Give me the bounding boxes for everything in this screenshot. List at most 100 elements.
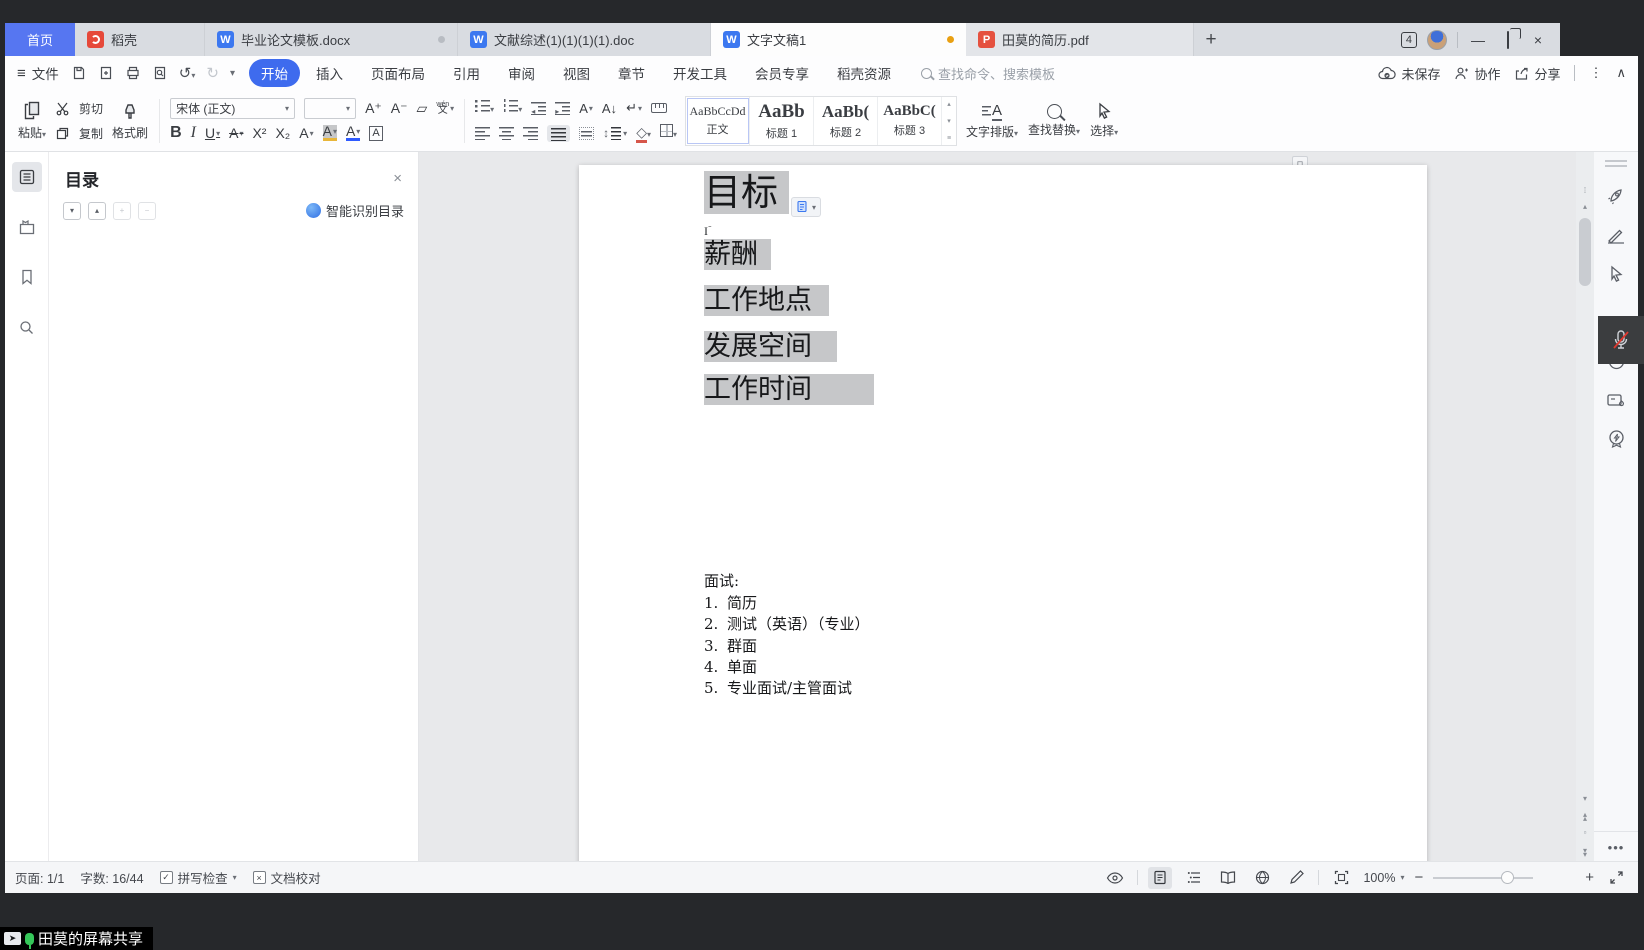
- quick-tools-button[interactable]: [1601, 181, 1631, 211]
- style-heading2[interactable]: AaBb( 标题 2: [814, 97, 878, 145]
- increase-indent-button[interactable]: [555, 102, 570, 115]
- restore-button[interactable]: [1498, 32, 1518, 48]
- underline-button[interactable]: U▾: [205, 125, 220, 141]
- share-button[interactable]: 分享: [1514, 64, 1560, 83]
- eye-protect-button[interactable]: [1103, 867, 1127, 889]
- paste-options-chip[interactable]: ▾: [791, 197, 821, 217]
- list-item[interactable]: 2.测试（英语）（专业）: [704, 614, 870, 635]
- zoom-level-select[interactable]: 100% ▾: [1363, 871, 1404, 885]
- print-preview-icon[interactable]: [152, 65, 168, 81]
- zoom-out-button[interactable]: −: [1414, 869, 1423, 886]
- clear-format-icon[interactable]: ▱: [417, 100, 428, 117]
- paragraph-line[interactable]: 面试:: [704, 571, 739, 592]
- copy-button[interactable]: 复制: [55, 122, 103, 144]
- save-icon[interactable]: [71, 65, 87, 81]
- ribbon-tab-view[interactable]: 视图: [551, 59, 602, 87]
- new-tab-button[interactable]: +: [1194, 23, 1228, 56]
- tab-doc-active[interactable]: W 文字文稿1: [711, 23, 966, 56]
- close-button[interactable]: ×: [1528, 32, 1548, 48]
- format-painter-button[interactable]: 格式刷: [107, 90, 153, 151]
- strikethrough-button[interactable]: A▾: [229, 125, 243, 141]
- fullscreen-button[interactable]: [1604, 867, 1628, 889]
- heading-line[interactable]: 目标: [704, 167, 789, 219]
- heading-line[interactable]: 工作时间: [704, 371, 874, 409]
- increase-font-button[interactable]: A⁺: [365, 100, 382, 117]
- spell-check-toggle[interactable]: ✓ 拼写检查 ▾: [160, 868, 237, 887]
- list-item[interactable]: 3.群面: [704, 636, 757, 657]
- scrollbar-thumb[interactable]: [1579, 218, 1591, 286]
- scroll-down-arrow[interactable]: ▾: [1576, 794, 1594, 803]
- ribbon-tab-page-layout[interactable]: 页面布局: [359, 59, 437, 87]
- muted-mic-overlay[interactable]: [1598, 316, 1644, 364]
- pointer-button[interactable]: [1601, 259, 1631, 289]
- toc-expand-all-button[interactable]: ▾: [63, 202, 81, 220]
- borders-button[interactable]: ▾: [660, 124, 677, 142]
- zoom-in-button[interactable]: +: [1585, 869, 1594, 886]
- save-status-button[interactable]: 未保存: [1378, 64, 1440, 83]
- page-indicator[interactable]: 页面: 1/1: [15, 868, 64, 887]
- align-center-button[interactable]: [499, 127, 514, 140]
- file-menu-button[interactable]: ≡ 文件: [17, 63, 59, 83]
- pinyin-guide-button[interactable]: wén文▾: [436, 102, 454, 114]
- upgrade-badge-button[interactable]: [1601, 424, 1631, 454]
- heading-line[interactable]: 工作地点: [704, 282, 829, 320]
- highlight-color-button[interactable]: A▾: [323, 125, 337, 141]
- decrease-font-button[interactable]: A⁻: [391, 100, 408, 117]
- cut-button[interactable]: 剪切: [55, 97, 103, 119]
- ribbon-tab-dev-tools[interactable]: 开发工具: [661, 59, 739, 87]
- character-border-button[interactable]: A: [369, 126, 382, 141]
- document-canvas[interactable]: ⊓ ▾ 目标 I⁼ 薪酬 工作地点 发展空间 工作时间 面试: 1.简历 2.测…: [419, 152, 1576, 861]
- redo-button[interactable]: ↻: [206, 64, 219, 82]
- ruler-icon[interactable]: [651, 103, 667, 113]
- show-marks-button[interactable]: ↵▾: [626, 100, 642, 116]
- font-name-select[interactable]: 宋体 (正文)▾: [170, 98, 295, 119]
- text-direction-button[interactable]: A▾: [579, 101, 593, 116]
- minimize-button[interactable]: —: [1468, 32, 1488, 48]
- toc-collapse-all-button[interactable]: ▴: [88, 202, 106, 220]
- find-replace-button[interactable]: 查找替换▾: [1023, 90, 1085, 151]
- line-spacing-button[interactable]: ↕▾: [603, 126, 627, 140]
- document-page[interactable]: ▾ 目标 I⁼ 薪酬 工作地点 发展空间 工作时间 面试: 1.简历 2.测试（…: [579, 165, 1427, 861]
- select-browse-object-button[interactable]: ▫: [1576, 828, 1594, 837]
- sidebar-drag-handle[interactable]: [1605, 160, 1627, 167]
- sort-button[interactable]: A↓: [602, 101, 617, 116]
- ribbon-tab-insert[interactable]: 插入: [304, 59, 355, 87]
- style-gallery-scroll[interactable]: ▴▾≡: [942, 97, 956, 145]
- bookmark-button[interactable]: [12, 262, 42, 292]
- ribbon-tab-references[interactable]: 引用: [441, 59, 492, 87]
- zoom-slider-thumb[interactable]: [1501, 871, 1514, 884]
- subscript-button[interactable]: X₂: [275, 125, 290, 141]
- toc-panel-button[interactable]: [12, 162, 42, 192]
- command-search[interactable]: 查找命令、搜索模板: [921, 64, 1055, 83]
- tab-doc-review[interactable]: W 文献综述(1)(1)(1)(1).doc: [458, 23, 711, 56]
- web-view-button[interactable]: [1250, 867, 1274, 889]
- toc-close-icon[interactable]: ×: [393, 170, 402, 187]
- select-tool-button[interactable]: 选择▾: [1085, 90, 1123, 151]
- next-page-button[interactable]: ▾▾: [1576, 849, 1594, 857]
- avatar[interactable]: [1427, 30, 1447, 50]
- ribbon-tab-review[interactable]: 审阅: [496, 59, 547, 87]
- style-normal[interactable]: AaBbCcDd 正文: [686, 97, 750, 145]
- window-count-button[interactable]: 4: [1401, 32, 1417, 48]
- qat-customize-icon[interactable]: ▾: [230, 68, 235, 79]
- tab-docer[interactable]: 稻壳: [75, 23, 205, 56]
- annotate-button[interactable]: [1601, 220, 1631, 250]
- page-view-button[interactable]: [1148, 867, 1172, 889]
- chapter-nav-button[interactable]: [12, 212, 42, 242]
- ink-edit-button[interactable]: [1284, 867, 1308, 889]
- tab-home[interactable]: 首页: [5, 23, 75, 56]
- fit-page-button[interactable]: [1329, 867, 1353, 889]
- ribbon-tab-docer-res[interactable]: 稻壳资源: [825, 59, 903, 87]
- list-item[interactable]: 1.简历: [704, 593, 757, 614]
- toc-zoom-out-button[interactable]: −: [138, 202, 156, 220]
- list-item[interactable]: 4.单面: [704, 657, 757, 678]
- style-heading3[interactable]: AaBbC( 标题 3: [878, 97, 942, 145]
- collaborate-button[interactable]: 协作: [1454, 64, 1500, 83]
- previous-page-button[interactable]: ▴▴: [1576, 813, 1594, 821]
- font-size-select[interactable]: ▾: [304, 98, 356, 119]
- distribute-button[interactable]: [579, 127, 594, 140]
- italic-button[interactable]: I: [191, 124, 196, 142]
- superscript-button[interactable]: X²: [252, 125, 266, 141]
- heading-line[interactable]: 发展空间: [704, 328, 837, 366]
- toc-zoom-in-button[interactable]: +: [113, 202, 131, 220]
